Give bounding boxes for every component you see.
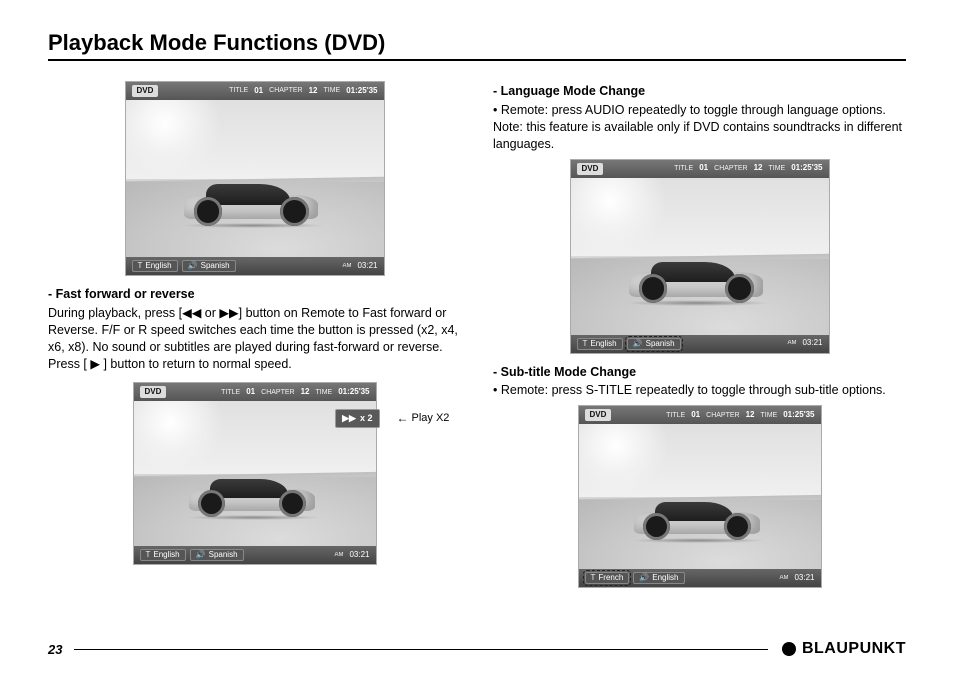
- heading-subtitle-mode: - Sub-title Mode Change: [493, 364, 906, 381]
- play-speed-text: x 2: [360, 412, 373, 424]
- chapter-value: 12: [309, 86, 318, 97]
- suv-illustration: [624, 497, 774, 541]
- osd-bottom-bar: TEnglish 🔊Spanish AM 03:21: [134, 546, 376, 564]
- ampm-label: AM: [342, 262, 351, 270]
- paragraph-ff-2: Press [ ▶ ] button to return to normal s…: [48, 356, 461, 373]
- brand-dot-icon: [782, 642, 796, 656]
- time-label: TIME: [324, 86, 341, 95]
- speaker-icon: 🔊: [188, 260, 198, 272]
- osd-bottom-bar: TEnglish 🔊Spanish AM 03:21: [571, 335, 829, 353]
- screenshot-ff-x2: DVD TITLE 01 CHAPTER 12 TIME 01:25'35: [48, 382, 461, 565]
- manual-page: Playback Mode Functions (DVD) DVD TITLE …: [0, 0, 954, 682]
- suv-illustration: [620, 256, 780, 303]
- subtitle-lang: French: [598, 572, 623, 584]
- suv-illustration: [179, 474, 329, 518]
- fast-forward-icon: ▶▶: [219, 306, 238, 320]
- paragraph-ff-1: During playback, press [◀◀ or ▶▶] button…: [48, 305, 461, 356]
- osd-top-bar: DVD TITLE01 CHAPTER12 TIME01:25'35: [579, 406, 821, 424]
- video-frame: [126, 100, 384, 257]
- dvd-badge: DVD: [140, 386, 167, 398]
- two-column-layout: DVD TITLE 01 CHAPTER 12 TIME 01:25'35: [48, 75, 906, 598]
- subtitle-indicator-highlighted: TFrench: [585, 572, 630, 584]
- subtitle-icon: T: [591, 572, 596, 584]
- screenshot-language: DVD TITLE01 CHAPTER12 TIME01:25'35: [493, 159, 906, 354]
- title-value: 01: [254, 86, 263, 97]
- brand-text: BLAUPUNKT: [802, 640, 906, 658]
- subtitle-indicator: TEnglish: [140, 549, 186, 561]
- time-value: 01:25'35: [346, 86, 377, 97]
- suv-illustration: [175, 179, 335, 226]
- footer-rule: [74, 649, 767, 650]
- dvd-screenshot: DVD TITLE 01 CHAPTER 12 TIME 01:25'35: [133, 382, 377, 565]
- dvd-screenshot: DVD TITLE01 CHAPTER12 TIME01:25'35: [578, 405, 822, 588]
- dvd-screenshot: DVD TITLE01 CHAPTER12 TIME01:25'35: [570, 159, 830, 354]
- play-speed-overlay: ▶▶ x 2: [335, 409, 379, 427]
- osd-top-bar: DVD TITLE01 CHAPTER12 TIME01:25'35: [571, 160, 829, 178]
- paragraph-subtitle: • Remote: press S-TITLE repeatedly to to…: [493, 382, 906, 399]
- subtitle-icon: T: [138, 260, 143, 272]
- osd-bottom-bar: TEnglish 🔊Spanish AM 03:21: [126, 257, 384, 275]
- rewind-icon: ◀◀: [182, 306, 201, 320]
- chapter-label: CHAPTER: [269, 86, 302, 95]
- dvd-screenshot: DVD TITLE 01 CHAPTER 12 TIME 01:25'35: [125, 81, 385, 276]
- title-label: TITLE: [229, 86, 248, 95]
- video-frame: [579, 424, 821, 569]
- screenshot-subtitle: DVD TITLE01 CHAPTER12 TIME01:25'35: [493, 405, 906, 588]
- page-number: 23: [48, 642, 62, 657]
- video-frame: [571, 178, 829, 335]
- subtitle-indicator: TEnglish: [577, 338, 623, 350]
- audio-lang: Spanish: [201, 260, 230, 272]
- subtitle-indicator: TEnglish: [132, 260, 178, 272]
- dvd-badge: DVD: [132, 85, 159, 97]
- paragraph-language: • Remote: press AUDIO repeatedly to togg…: [493, 102, 906, 153]
- speaker-icon: 🔊: [633, 338, 643, 350]
- right-column: - Language Mode Change • Remote: press A…: [493, 75, 906, 598]
- screenshot-ff-normal: DVD TITLE 01 CHAPTER 12 TIME 01:25'35: [48, 81, 461, 276]
- audio-indicator: 🔊Spanish: [190, 549, 244, 561]
- page-title: Playback Mode Functions (DVD): [48, 30, 906, 61]
- heading-fast-forward: - Fast forward or reverse: [48, 286, 461, 303]
- audio-indicator: 🔊Spanish: [182, 260, 236, 272]
- osd-bottom-bar: TFrench 🔊English AM 03:21: [579, 569, 821, 587]
- osd-top-bar: DVD TITLE 01 CHAPTER 12 TIME 01:25'35: [126, 82, 384, 100]
- brand-logo: BLAUPUNKT: [782, 640, 906, 658]
- play-speed-callout: Play X2: [397, 410, 450, 426]
- subtitle-lang: English: [145, 260, 171, 272]
- osd-top-bar: DVD TITLE 01 CHAPTER 12 TIME 01:25'35: [134, 383, 376, 401]
- left-column: DVD TITLE 01 CHAPTER 12 TIME 01:25'35: [48, 75, 461, 598]
- page-footer: 23 BLAUPUNKT: [48, 640, 906, 658]
- clock-value: 03:21: [357, 261, 377, 272]
- audio-lang: Spanish: [646, 338, 675, 350]
- ff-icon: ▶▶: [342, 412, 356, 424]
- play-icon: ▶: [90, 357, 100, 371]
- heading-language-mode: - Language Mode Change: [493, 83, 906, 100]
- audio-indicator-highlighted: 🔊Spanish: [627, 338, 681, 350]
- audio-indicator: 🔊English: [633, 572, 684, 584]
